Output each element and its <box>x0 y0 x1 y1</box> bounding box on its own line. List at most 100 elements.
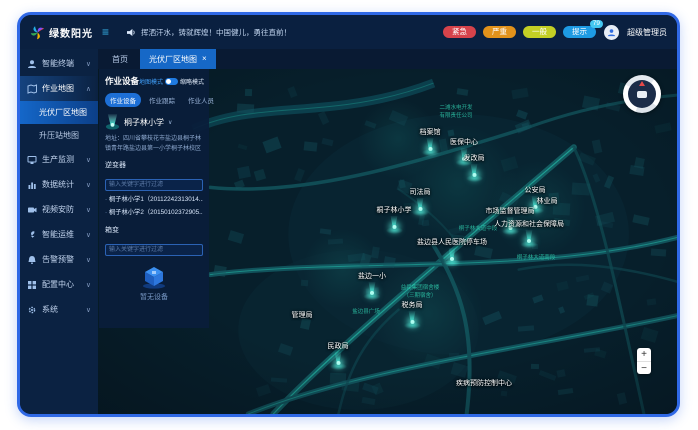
chevron-up-icon: ∧ <box>86 85 91 93</box>
current-user-name[interactable]: 超级管理员 <box>627 27 667 38</box>
alarm-pill-一般[interactable]: 一般 <box>523 26 556 39</box>
sidebar-item-配置中心[interactable]: 配置中心∨ <box>20 272 98 297</box>
map-poi-label: 医保中心 <box>450 137 478 147</box>
compass-control[interactable] <box>623 75 661 113</box>
map-poi-林业局[interactable]: 林业局 <box>537 196 558 206</box>
device-list-item[interactable]: 桐子林小学1（20112242313014... <box>105 194 203 206</box>
compass-needle-icon <box>639 81 645 86</box>
alarm-pill-严重[interactable]: 严重 <box>483 26 516 39</box>
map-beacon-icon[interactable] <box>412 198 428 215</box>
map-beacon-icon[interactable] <box>466 164 482 181</box>
map-beacon-icon[interactable] <box>422 138 438 155</box>
chevron-down-icon: ∨ <box>86 60 91 68</box>
empty-state: 暂无设备 <box>105 265 203 302</box>
map-beacon-icon[interactable] <box>330 352 346 369</box>
map-beacon-icon[interactable] <box>386 216 402 233</box>
map-poi-盐边县人民医院停车场[interactable]: 盐边县人民医院停车场 <box>417 237 487 265</box>
map-beacon-icon[interactable] <box>521 230 537 247</box>
panel-title: 作业设备 <box>105 75 139 87</box>
close-tab-icon[interactable]: × <box>202 55 207 63</box>
map-poi-盐边一小[interactable]: 盐边一小 <box>358 271 386 299</box>
map-canvas[interactable]: 档案馆医保中心发改局司法局公安局林业局市场监督管理局人力资源和社会保障局桐子林小… <box>98 69 677 414</box>
chevron-down-icon: ∨ <box>86 306 91 314</box>
station-beacon-icon <box>105 114 120 131</box>
top-right-cluster: 紧急严重一般提示79 超级管理员 <box>443 25 667 40</box>
sidebar-item-视频安防[interactable]: 视频安防∨ <box>20 197 98 222</box>
zoom-out-button[interactable]: − <box>637 361 651 374</box>
map-building <box>330 373 346 384</box>
map-mode-label[interactable]: 地图模式 <box>139 77 163 86</box>
tab-label: 首页 <box>112 54 128 65</box>
sidebar-item-生产监测[interactable]: 生产监测∨ <box>20 147 98 172</box>
map-poi-管理局[interactable]: 管理局 <box>292 310 313 320</box>
sidebar-nav: 智能终端∨作业地图∧光伏厂区地图升压站地图生产监测∨数据统计∨视频安防∨智能运维… <box>20 49 98 414</box>
map-poi-桐子林小学[interactable]: 桐子林小学 <box>377 205 412 233</box>
map-poi-label: 盐边县人民医院停车场 <box>417 237 487 247</box>
monitor-icon <box>27 155 37 165</box>
panel-tab-作业人员[interactable]: 作业人员 <box>183 93 219 107</box>
map-building <box>213 265 227 277</box>
map-poi-税务局[interactable]: 税务局 <box>402 300 423 328</box>
avatar[interactable] <box>604 25 619 40</box>
map-building <box>572 183 591 196</box>
map-poi-民政局[interactable]: 民政局 <box>328 341 349 369</box>
mode-toggle-switch[interactable] <box>165 78 178 85</box>
camera-icon <box>27 205 37 215</box>
panel-tab-作业跟踪[interactable]: 作业跟踪 <box>144 93 180 107</box>
map-beacon-icon[interactable] <box>444 248 460 265</box>
sidebar-subitem-光伏厂区地图[interactable]: 光伏厂区地图 <box>20 101 98 124</box>
sidebar-item-智能终端[interactable]: 智能终端∨ <box>20 51 98 76</box>
alarm-pill-提示[interactable]: 提示79 <box>563 26 596 39</box>
map-building <box>422 220 430 227</box>
map-poi-发改局[interactable]: 发改局 <box>464 153 485 181</box>
panel-tab-作业设备[interactable]: 作业设备 <box>105 93 141 107</box>
map-poi-label: 盐边一小 <box>358 271 386 281</box>
map-poi-label: 林业局 <box>537 196 558 206</box>
map-building <box>383 256 395 268</box>
map-beacon-icon[interactable] <box>364 282 380 299</box>
sidebar-item-系统[interactable]: 系统∨ <box>20 297 98 322</box>
sidebar-subitem-升压站地图[interactable]: 升压站地图 <box>20 124 98 147</box>
gear-icon <box>27 305 37 315</box>
map-poi-档案馆[interactable]: 档案馆 <box>420 127 441 155</box>
sidebar-item-告警预警[interactable]: 告警预警∨ <box>20 247 98 272</box>
thumbnail-mode-label[interactable]: 缩略模式 <box>180 77 204 86</box>
sidebar-item-作业地图[interactable]: 作业地图∧ <box>20 76 98 101</box>
alarm-pill-紧急[interactable]: 紧急 <box>443 26 476 39</box>
speaker-icon <box>127 28 136 37</box>
zoom-in-button[interactable]: + <box>637 348 651 361</box>
collapse-menu-icon[interactable]: ≡ <box>102 26 109 38</box>
filter-input-逆变器[interactable] <box>105 179 203 191</box>
map-poi-人力资源和社会保障局[interactable]: 人力资源和社会保障局 <box>494 219 564 247</box>
alarm-pill-group: 紧急严重一般提示79 <box>443 26 596 39</box>
filter-input-箱变[interactable] <box>105 244 203 256</box>
chart-icon <box>27 180 37 190</box>
sidebar-item-数据统计[interactable]: 数据统计∨ <box>20 172 98 197</box>
map-poi-label: 桐子林小学 <box>377 205 412 215</box>
device-list-item[interactable]: 桐子林小学2（20150102372905... <box>105 207 203 219</box>
map-building <box>245 89 252 96</box>
chevron-down-icon: ∨ <box>86 156 91 164</box>
map-poi-司法局[interactable]: 司法局 <box>410 187 431 215</box>
announcement-text: 挥洒汗水，铸就辉煌！中国健儿，勇往直前！ <box>141 27 291 38</box>
alarm-count-badge: 79 <box>590 20 603 29</box>
map-beacon-icon[interactable] <box>404 311 420 328</box>
map-poi-疾病预防控制中心[interactable]: 疾病预防控制中心 <box>456 378 512 388</box>
tab-光伏厂区地图[interactable]: 光伏厂区地图× <box>140 49 216 69</box>
map-building <box>646 298 656 305</box>
sidebar-item-label: 配置中心 <box>42 279 74 290</box>
map-poi-label: 疾病预防控制中心 <box>456 378 512 388</box>
sidebar-item-智能运维[interactable]: 智能运维∨ <box>20 222 98 247</box>
tab-首页[interactable]: 首页 <box>103 49 137 69</box>
top-bar: 绿数阳光 ≡ 挥洒汗水，铸就辉煌！中国健儿，勇往直前！ 紧急严重一般提示79 超… <box>20 15 677 49</box>
map-building <box>630 165 645 176</box>
sidebar-item-label: 告警预警 <box>42 254 74 265</box>
section-label-箱变: 箱变 <box>105 225 203 235</box>
map-poi-label: 公安局 <box>525 185 546 195</box>
app-window: 绿数阳光 ≡ 挥洒汗水，铸就辉煌！中国健儿，勇往直前！ 紧急严重一般提示79 超… <box>17 12 680 417</box>
chevron-down-icon: ∨ <box>86 206 91 214</box>
empty-state-text: 暂无设备 <box>140 292 168 302</box>
map-building <box>301 280 309 287</box>
station-selector[interactable]: 桐子林小学 ∨ <box>105 114 203 131</box>
map-poi-label: 人力资源和社会保障局 <box>494 219 564 229</box>
